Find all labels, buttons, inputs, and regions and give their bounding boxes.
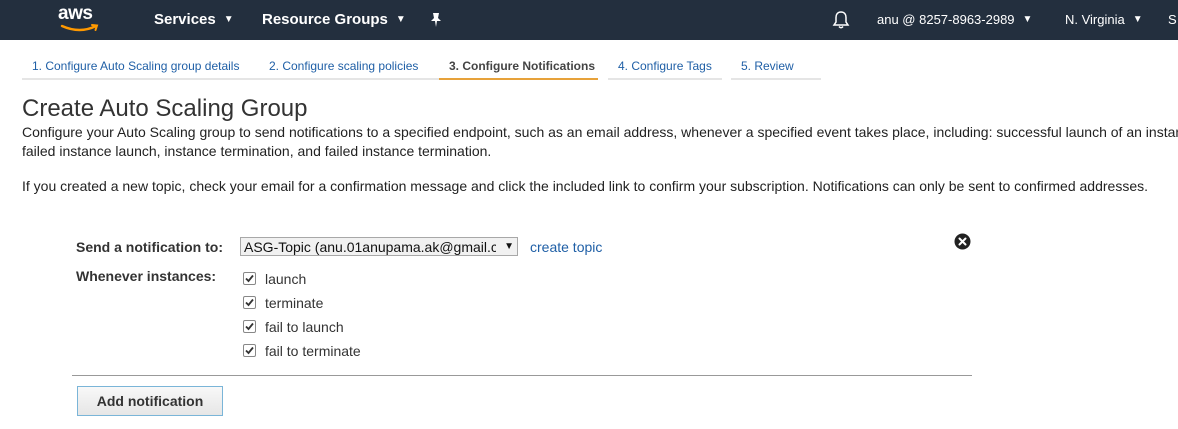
tab-configure-details[interactable]: 1. Configure Auto Scaling group details (22, 56, 260, 80)
checkbox-launch[interactable] (243, 272, 256, 285)
account-menu[interactable]: anu @ 8257-8963-2989 ▼ (877, 12, 1032, 27)
topic-select-value: ASG-Topic (anu.01anupama.ak@gmail.com) (244, 239, 496, 255)
checkmark-icon (245, 274, 254, 283)
resource-groups-menu[interactable]: Resource Groups ▼ (262, 11, 406, 28)
tab-configure-notifications[interactable]: 3. Configure Notifications (439, 56, 598, 80)
event-label: fail to terminate (265, 343, 361, 359)
event-label: terminate (265, 295, 324, 311)
tab-review[interactable]: 5. Review (731, 56, 821, 80)
chevron-down-icon: ▼ (1022, 14, 1033, 25)
account-label: anu @ 8257-8963-2989 (877, 12, 1015, 27)
chevron-down-icon: ▼ (504, 241, 514, 252)
services-menu[interactable]: Services ▼ (154, 11, 234, 28)
page-description: Configure your Auto Scaling group to sen… (22, 124, 1178, 159)
remove-notification-icon[interactable] (954, 233, 971, 255)
event-fail-to-launch[interactable]: fail to launch (243, 319, 344, 335)
checkmark-icon (245, 346, 254, 355)
pin-icon[interactable] (429, 12, 443, 32)
confirmation-note: If you created a new topic, check your e… (22, 178, 1148, 194)
checkbox-terminate[interactable] (243, 296, 256, 309)
event-label: launch (265, 271, 307, 287)
form-divider (72, 375, 972, 376)
chevron-down-icon: ▼ (223, 14, 234, 25)
tab-configure-tags[interactable]: 4. Configure Tags (608, 56, 722, 80)
event-label: fail to launch (265, 319, 344, 335)
event-terminate[interactable]: terminate (243, 295, 323, 311)
bell-icon[interactable] (832, 10, 850, 34)
tab-scaling-policies[interactable]: 2. Configure scaling policies (259, 56, 439, 80)
aws-logo-text: aws (58, 3, 93, 24)
aws-logo[interactable]: aws (58, 3, 100, 33)
topic-select[interactable]: ASG-Topic (anu.01anupama.ak@gmail.com) ▼ (240, 237, 518, 256)
page-title: Create Auto Scaling Group (22, 95, 308, 122)
send-notification-label: Send a notification to: (76, 239, 223, 255)
chevron-down-icon: ▼ (1132, 14, 1143, 25)
event-fail-to-terminate[interactable]: fail to terminate (243, 343, 361, 359)
create-topic-link[interactable]: create topic (530, 239, 602, 255)
chevron-down-icon: ▼ (395, 14, 406, 25)
region-label: N. Virginia (1065, 12, 1125, 27)
aws-smile-icon (60, 24, 99, 32)
whenever-instances-label: Whenever instances: (76, 268, 217, 284)
support-menu[interactable]: S (1168, 12, 1177, 27)
checkmark-icon (245, 322, 254, 331)
support-label: S (1168, 12, 1177, 27)
checkbox-fail-to-launch[interactable] (243, 320, 256, 333)
top-nav-bar: aws Services ▼ Resource Groups ▼ anu @ 825… (0, 0, 1178, 40)
region-menu[interactable]: N. Virginia ▼ (1065, 12, 1143, 27)
checkmark-icon (245, 298, 254, 307)
services-label: Services (154, 11, 216, 28)
checkbox-fail-to-terminate[interactable] (243, 344, 256, 357)
add-notification-button[interactable]: Add notification (77, 386, 223, 416)
event-launch[interactable]: launch (243, 271, 306, 287)
resource-groups-label: Resource Groups (262, 11, 388, 28)
